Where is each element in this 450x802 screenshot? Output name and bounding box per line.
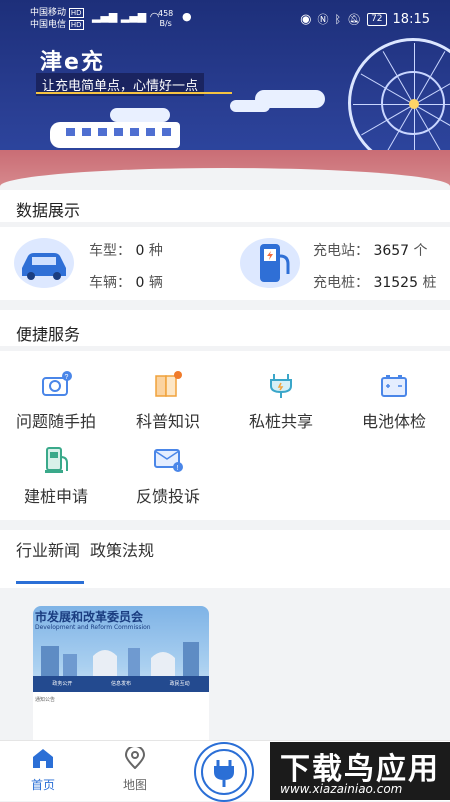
news-card-title: 市发展和改革委员会 (35, 610, 144, 624)
divider (0, 222, 450, 227)
plug-share-icon (264, 370, 298, 400)
quick-services-section: 便捷服务 ? 问题随手拍 科普知识 私桩共享 电池体检 建桩申请 ! 反馈投诉 (0, 310, 450, 520)
net-speed-value: 458 (158, 9, 174, 18)
hd-badge: HD (68, 8, 84, 18)
battery-icon: 72 (367, 12, 387, 26)
nav-home[interactable]: 首页 (8, 747, 78, 793)
service-feedback-complaint[interactable]: ! 反馈投诉 (112, 445, 224, 507)
book-icon (151, 370, 185, 400)
data-display-section: 数据展示 车型： 0 种 车辆： 0 辆 充电站： 3657 个 充电桩： 31… (0, 190, 450, 300)
feedback-icon: ! (151, 445, 185, 475)
service-pile-application[interactable]: 建桩申请 (0, 445, 112, 507)
pile-stat: 充电桩： 31525 桩 (313, 272, 436, 292)
car-model-stat: 车型： 0 种 (89, 240, 163, 260)
carrier-info: 中国移动 HD 中国电信 HD (30, 7, 84, 31)
stat-label: 充电桩： (313, 275, 369, 291)
nav-label: 首页 (30, 778, 55, 792)
news-card-nav: 政务公开 信息发布 政民互动 (33, 676, 209, 692)
stat-unit: 辆 (148, 275, 163, 291)
service-label: 反馈投诉 (135, 487, 200, 506)
bluetooth-icon: ᛒ (334, 12, 342, 26)
news-card-subtitle: Development and Reform Commission (35, 624, 151, 631)
service-private-pile-share[interactable]: 私桩共享 (225, 370, 337, 432)
app-brand: 津e充 (40, 50, 105, 75)
signal-icon: ▂▄▆ ▂▄▆ ◠ (92, 10, 160, 23)
car-icon (14, 238, 74, 288)
active-tab-indicator (16, 581, 84, 584)
news-card-nav-item: 信息发布 (111, 681, 132, 687)
status-bar: 中国移动 HD 中国电信 HD 458 B/s ▂▄▆ ▂▄▆ ◠ ● ◉ Ⓝ … (0, 0, 450, 36)
service-label: 问题随手拍 (15, 412, 96, 431)
plug-icon (201, 749, 247, 795)
chat-icon: ● (182, 10, 192, 23)
stat-value: 3657 (373, 243, 410, 259)
vehicle-stat: 车辆： 0 辆 (89, 272, 163, 292)
service-label: 科普知识 (135, 412, 200, 431)
mute-icon: 🔕︎ (347, 12, 362, 26)
tab-industry-news[interactable]: 行业新闻 (16, 540, 86, 561)
charging-station-icon (240, 238, 300, 288)
stat-value: 31525 (373, 275, 418, 291)
carrier-label: 中国移动 (30, 8, 67, 18)
stat-unit: 桩 (422, 275, 437, 291)
stat-label: 车辆： (89, 275, 131, 291)
charge-button[interactable] (194, 742, 254, 802)
stat-unit: 种 (148, 243, 163, 259)
service-science-knowledge[interactable]: 科普知识 (112, 370, 224, 432)
news-thumbnail: 市发展和改革委员会 Development and Reform Commiss… (33, 606, 209, 692)
hd-badge: HD (68, 20, 84, 30)
stat-value: 0 (135, 243, 145, 259)
camera-icon: ? (39, 370, 73, 400)
home-icon (8, 747, 78, 772)
section-title: 数据展示 (16, 201, 81, 220)
service-problem-photo[interactable]: ? 问题随手拍 (0, 370, 112, 432)
nfc-icon: Ⓝ (317, 13, 329, 26)
network-speed: 458 B/s (158, 9, 173, 29)
stat-label: 车型： (89, 243, 131, 259)
news-card[interactable]: 市发展和改革委员会 Development and Reform Commiss… (33, 606, 209, 742)
cloud-decoration (110, 108, 170, 122)
stat-label: 充电站： (313, 243, 369, 259)
clock: 18:15 (392, 11, 430, 27)
nav-map[interactable]: 地图 (100, 745, 170, 793)
stat-value: 0 (135, 275, 145, 291)
location-icon (100, 745, 170, 772)
train-illustration (50, 122, 180, 148)
eye-icon: ◉ (300, 11, 312, 27)
news-card-nav-item: 政务公开 (52, 681, 73, 687)
ferris-wheel-illustration (348, 38, 450, 168)
carrier-label: 中国电信 (30, 20, 67, 30)
news-card-line: 通知公告 (35, 697, 56, 703)
service-label: 电池体检 (361, 412, 426, 431)
slogan-underline (36, 92, 232, 94)
nav-label: 地图 (122, 778, 147, 792)
svg-text:?: ? (65, 374, 69, 381)
watermark: 下载鸟应用 www.xiazainiao.com (270, 742, 450, 800)
svg-text:!: ! (177, 465, 179, 472)
stat-unit: 个 (413, 243, 428, 259)
net-speed-unit: B/s (159, 19, 172, 28)
station-stat: 充电站： 3657 个 (313, 240, 428, 260)
section-title: 便捷服务 (16, 325, 81, 344)
cloud-decoration (230, 100, 270, 112)
news-card-nav-item: 政民互动 (169, 681, 190, 687)
service-label: 私桩共享 (248, 412, 313, 431)
battery-icon (377, 370, 411, 400)
divider (0, 346, 450, 351)
charger-apply-icon (39, 445, 73, 475)
service-battery-check[interactable]: 电池体检 (338, 370, 450, 432)
watermark-url: www.xiazainiao.com (280, 782, 403, 796)
service-label: 建桩申请 (23, 487, 88, 506)
tab-policy-regulations[interactable]: 政策法规 (90, 540, 160, 561)
